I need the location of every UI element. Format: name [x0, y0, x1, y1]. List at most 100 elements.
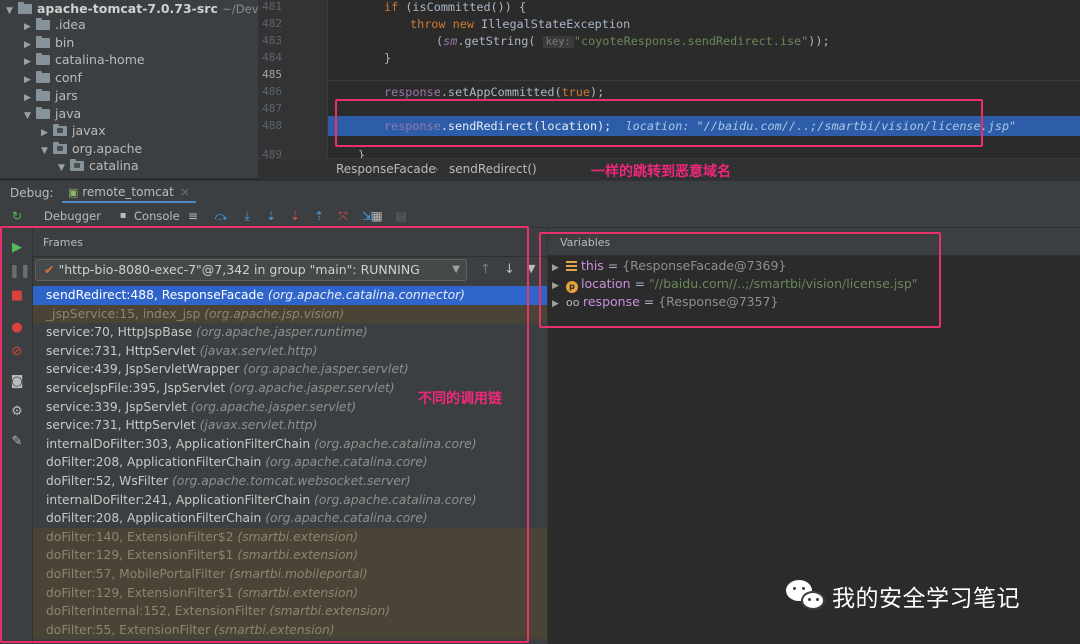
frame-row[interactable]: doFilter:52, WsFilter (org.apache.tomcat… [33, 472, 547, 491]
show-execution-point-icon[interactable]: ⤼ [214, 209, 228, 223]
variables-tab[interactable]: Variables [560, 236, 610, 249]
frame-row[interactable]: doFilter:208, ApplicationFilterChain (or… [33, 509, 547, 528]
debug-session-tab[interactable]: ▣ remote_tomcat × [62, 183, 196, 203]
filter-icon[interactable]: ▼ [527, 262, 535, 275]
folder-icon [36, 107, 50, 119]
package-icon [70, 159, 84, 171]
object-icon [566, 261, 577, 271]
frame-row[interactable]: _jspService:15, index_jsp (org.apache.js… [33, 304, 547, 324]
step-over-icon[interactable]: ⤓ [240, 209, 254, 223]
frame-row[interactable]: service:731, HttpServlet (javax.servlet.… [33, 416, 547, 435]
breadcrumb-method[interactable]: sendRedirect() [449, 162, 537, 176]
frame-method: doFilter:140, ExtensionFilter$2 [46, 529, 234, 544]
frame-row[interactable]: doFilter:55, ExtensionFilter (smartbi.ex… [33, 620, 547, 640]
mute-breakpoints-icon[interactable]: ⊘ [9, 344, 25, 360]
arrow-up-icon[interactable]: ↑ [480, 262, 491, 277]
frame-row[interactable]: doFilter:208, ApplicationFilterChain (or… [33, 453, 547, 472]
frame-package: (org.apache.jsp.vision) [204, 306, 345, 321]
stop-icon[interactable]: ■ [9, 288, 25, 304]
package-icon [53, 142, 67, 154]
watch-icon: oo [566, 296, 580, 309]
frame-method: service:731, HttpServlet [46, 343, 196, 358]
annotation-redirect-note: 一样的跳转到恶意域名 [591, 164, 731, 180]
frame-package: (smartbi.extension) [237, 548, 359, 563]
session-icon: ▣ [68, 186, 79, 199]
arrow-down-icon[interactable]: ↓ [504, 262, 515, 277]
frame-method: doFilter:129, ExtensionFilter$1 [46, 548, 234, 563]
folder-icon [36, 89, 50, 101]
gear-icon[interactable]: ⚙ [9, 404, 25, 420]
chevron-down-icon[interactable]: ▼ [24, 107, 36, 125]
frame-package: (smartbi.extension) [269, 604, 391, 619]
tree-item-jars[interactable]: ▶ jars [24, 87, 78, 105]
variable-row-this[interactable]: ▶ this = {ResponseFacade@7369} [552, 257, 786, 275]
frame-method: doFilter:208, ApplicationFilterChain [46, 455, 262, 470]
frame-row[interactable]: service:70, HttpJspBase (org.apache.jasp… [33, 323, 547, 342]
chevron-right-icon[interactable]: ▶ [552, 295, 566, 313]
pin-icon[interactable]: ✎ [9, 434, 25, 450]
tab-debugger[interactable]: Debugger [44, 209, 101, 223]
frame-package: (org.apache.catalina.core) [265, 511, 428, 526]
frame-row[interactable]: doFilter:129, ExtensionFilter$1 (smartbi… [33, 546, 547, 565]
drop-frame-icon[interactable]: ⤧ [336, 209, 350, 223]
code-line-484: } [384, 51, 392, 65]
step-into-icon[interactable]: ⇣ [264, 209, 278, 223]
frame-row[interactable]: service:731, HttpServlet (javax.servlet.… [33, 342, 547, 361]
tree-item-org-apache[interactable]: ▼ org.apache [41, 140, 142, 158]
line-number: 483 [262, 34, 282, 47]
thread-dropdown[interactable]: ✔ "http-bio-8080-exec-7"@7,342 in group "… [35, 259, 467, 281]
evaluate-icon[interactable]: ▦ [370, 209, 384, 223]
debug-tool-window-header: Debug: ▣ remote_tomcat × [0, 180, 1080, 204]
chevron-down-icon[interactable]: ▼ [6, 2, 18, 20]
frame-package: (org.apache.jasper.servlet) [190, 399, 357, 414]
frame-method: doFilter:57, MobilePortalFilter [46, 567, 226, 581]
tab-console[interactable]: Console [134, 209, 180, 223]
menu-icon[interactable]: ≡ [186, 209, 200, 223]
watermark: 我的安全学习笔记 [786, 578, 1020, 614]
project-tree: ▼apache-tomcat-7.0.73-src ~/DevTo ▶.idea… [0, 0, 258, 178]
tree-item-bin[interactable]: ▶ bin [24, 34, 74, 52]
frame-method: service:731, HttpServlet [46, 418, 196, 433]
tree-item-java[interactable]: ▼ java [24, 105, 81, 123]
debug-label: Debug: [10, 186, 54, 200]
tree-item-javax[interactable]: ▶ javax [41, 122, 106, 140]
resume-icon[interactable]: ▶ [9, 240, 25, 256]
frame-row[interactable]: doFilter:129, ExtensionFilter$1 (smartbi… [33, 583, 547, 603]
frame-package: (javax.servlet.http) [199, 343, 318, 358]
rerun-icon[interactable]: ↻ [10, 209, 24, 223]
tree-item-catalina-home[interactable]: ▶ catalina-home [24, 51, 145, 69]
frame-package: (org.apache.jasper.runtime) [196, 325, 368, 340]
frame-row[interactable]: service:439, JspServletWrapper (org.apac… [33, 360, 547, 379]
close-icon[interactable]: × [180, 185, 190, 199]
folder-icon [18, 2, 32, 14]
variable-row-location[interactable]: ▶ p location = "//baidu.com//..;/smartbi/v… [552, 275, 918, 293]
chevron-down-icon[interactable]: ▼ [41, 142, 53, 160]
frame-row[interactable]: doFilter:140, ExtensionFilter$2 (smartbi… [33, 527, 547, 547]
breadcrumb-class[interactable]: ResponseFacade [336, 162, 436, 176]
frame-row[interactable]: doFilter:57, MobilePortalFilter (smartbi… [33, 565, 547, 584]
tree-item-idea[interactable]: ▶ .idea [24, 16, 86, 34]
code-line-489: } [358, 148, 366, 158]
frame-row[interactable]: internalDoFilter:303, ApplicationFilterC… [33, 435, 547, 454]
frame-row[interactable]: doFilterInternal:152, ExtensionFilter (s… [33, 602, 547, 621]
frame-package: (org.apache.catalina.core) [314, 436, 477, 451]
check-icon: ✔ [44, 262, 55, 277]
camera-icon[interactable]: ◙ [9, 374, 25, 390]
line-number: 487 [262, 102, 282, 115]
tree-item-catalina[interactable]: ▼ catalina [58, 157, 139, 175]
step-out-icon[interactable]: ⇡ [312, 209, 326, 223]
force-step-into-icon[interactable]: ⇣ [288, 209, 302, 223]
frame-row[interactable]: internalDoFilter:241, ApplicationFilterC… [33, 491, 547, 510]
frames-tab[interactable]: Frames [43, 236, 83, 249]
variable-row-response[interactable]: ▶ oo response = {Response@7357} [552, 293, 778, 311]
view-breakpoints-icon[interactable]: ● [9, 320, 25, 336]
tree-item-conf[interactable]: ▶ conf [24, 69, 82, 87]
pause-icon[interactable]: ❚❚ [9, 264, 31, 280]
line-number: 485 [262, 68, 282, 81]
frame-row[interactable]: sendRedirect:488, ResponseFacade (org.ap… [33, 286, 547, 305]
frame-package: (org.apache.catalina.core) [265, 455, 428, 470]
code-editor[interactable]: 481 482 483 484 485 486 487 488 489 if (… [258, 0, 1080, 158]
settings-grid-icon[interactable]: ▤ [394, 209, 408, 223]
chevron-down-icon[interactable]: ▼ [58, 159, 70, 177]
variables-tab-bar: Variables [548, 228, 1080, 256]
